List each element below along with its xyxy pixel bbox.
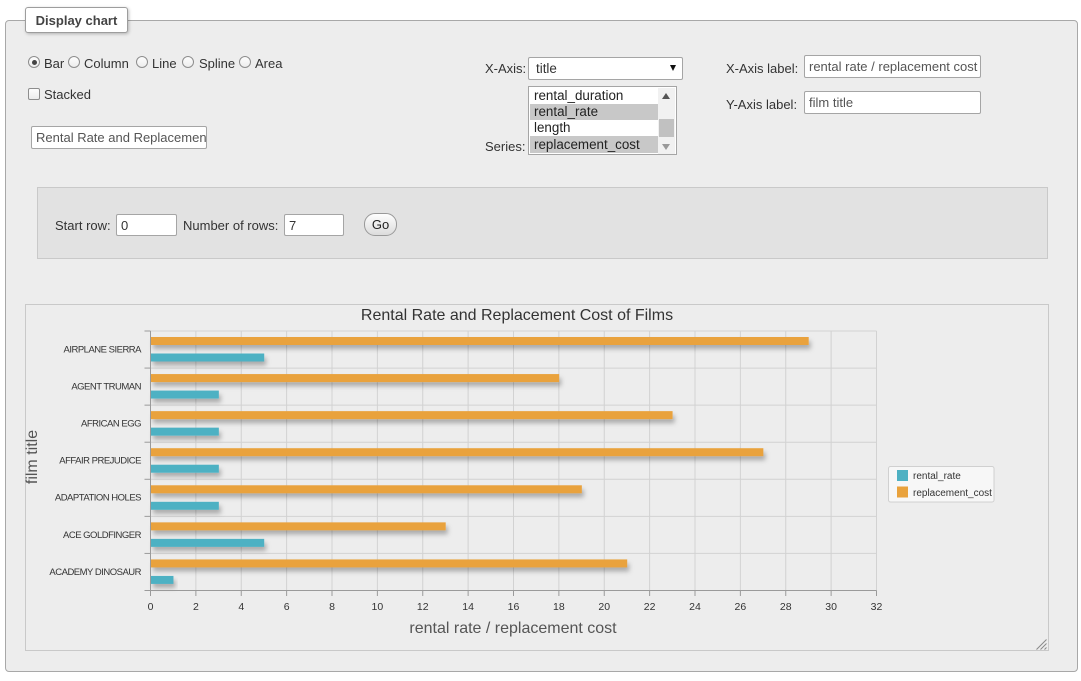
svg-text:AFRICAN EGG: AFRICAN EGG xyxy=(81,419,141,430)
svg-text:AIRPLANE SIERRA: AIRPLANE SIERRA xyxy=(64,344,143,355)
svg-text:30: 30 xyxy=(825,601,837,613)
svg-text:16: 16 xyxy=(508,601,520,613)
svg-text:4: 4 xyxy=(238,601,244,613)
svg-text:rental_rate: rental_rate xyxy=(913,471,961,482)
svg-text:10: 10 xyxy=(372,601,384,613)
svg-text:replacement_cost: replacement_cost xyxy=(913,488,992,499)
svg-text:24: 24 xyxy=(689,601,701,613)
svg-text:ACE GOLDFINGER: ACE GOLDFINGER xyxy=(63,530,142,541)
svg-text:AGENT TRUMAN: AGENT TRUMAN xyxy=(71,382,141,393)
svg-text:20: 20 xyxy=(598,601,610,613)
svg-text:2: 2 xyxy=(193,601,199,613)
svg-text:12: 12 xyxy=(417,601,429,613)
svg-text:0: 0 xyxy=(148,601,154,613)
svg-text:14: 14 xyxy=(462,601,474,613)
svg-text:Rental Rate and Replacement Co: Rental Rate and Replacement Cost of Film… xyxy=(361,307,673,324)
svg-text:film title: film title xyxy=(24,430,41,484)
svg-text:22: 22 xyxy=(644,601,656,613)
svg-text:32: 32 xyxy=(871,601,883,613)
svg-text:28: 28 xyxy=(780,601,792,613)
svg-text:6: 6 xyxy=(284,601,290,613)
svg-text:18: 18 xyxy=(553,601,565,613)
svg-text:AFFAIR PREJUDICE: AFFAIR PREJUDICE xyxy=(59,456,141,467)
svg-text:ACADEMY DINOSAUR: ACADEMY DINOSAUR xyxy=(49,567,141,578)
svg-text:ADAPTATION HOLES: ADAPTATION HOLES xyxy=(55,493,141,504)
svg-text:rental rate / replacement cost: rental rate / replacement cost xyxy=(409,620,617,637)
svg-text:26: 26 xyxy=(735,601,747,613)
svg-text:8: 8 xyxy=(329,601,335,613)
